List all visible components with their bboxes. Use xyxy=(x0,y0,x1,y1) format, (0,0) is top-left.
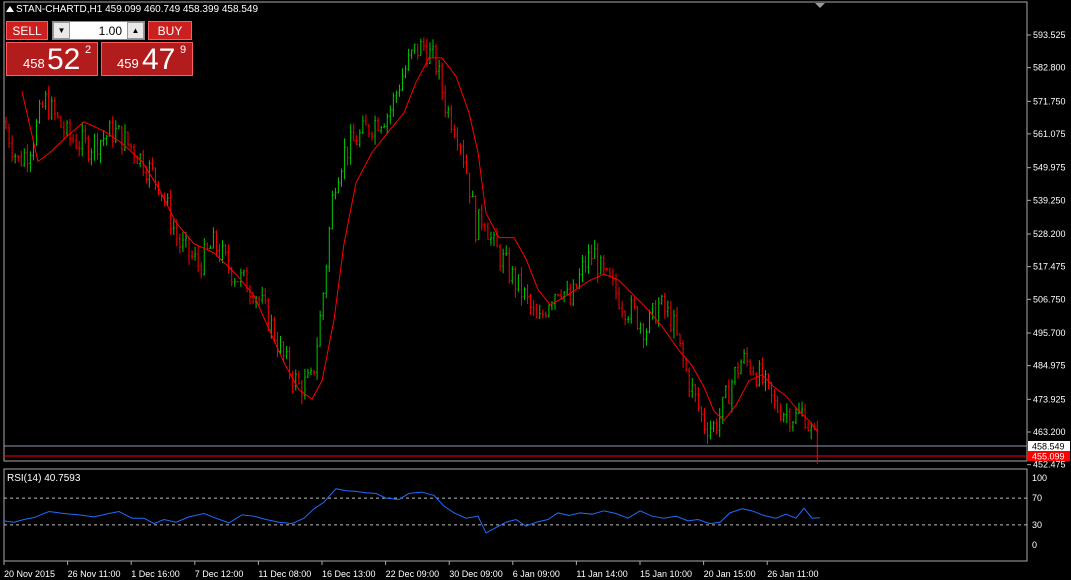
price-tick-label: 539.250 xyxy=(1033,195,1066,205)
price-tick-label: 506.750 xyxy=(1033,294,1066,304)
sell-price-quote[interactable]: 458 52 2 xyxy=(6,42,98,76)
rsi-panel xyxy=(3,468,1028,562)
price-tick-label: 561.075 xyxy=(1033,129,1066,139)
price-series xyxy=(5,37,819,464)
lot-increase-icon[interactable]: ▲ xyxy=(127,22,144,39)
rsi-tick-label: 70 xyxy=(1032,493,1042,503)
price-tick-label: 582.800 xyxy=(1033,63,1066,73)
buy-button[interactable]: BUY xyxy=(148,21,192,40)
buy-price-fraction: 9 xyxy=(180,44,187,56)
time-tick-label: 15 Jan 10:00 xyxy=(640,569,692,579)
lot-size-input[interactable]: 1.00 xyxy=(99,24,122,38)
time-tick-label: 20 Jan 15:00 xyxy=(704,569,756,579)
time-tick-label: 22 Dec 09:00 xyxy=(386,569,440,579)
chart-title-triangle-icon[interactable] xyxy=(6,6,14,12)
chart-canvas[interactable]: 593.525 582.800 571.750 561.075 549.975 539.2… xyxy=(0,0,1071,580)
time-tick-label: 6 Jan 09:00 xyxy=(513,569,560,579)
moving-average-line xyxy=(21,57,819,433)
price-tick-label: 593.525 xyxy=(1033,30,1066,40)
buy-price-prefix: 459 xyxy=(117,56,139,71)
rsi-axis: 100 70 30 0 xyxy=(1032,473,1047,550)
rsi-indicator-label: RSI(14) 40.7593 xyxy=(7,473,81,484)
price-tags: 458.549455.099 xyxy=(1028,441,1070,462)
lot-decrease-icon[interactable]: ▼ xyxy=(53,22,70,39)
time-tick-label: 11 Jan 14:00 xyxy=(576,569,627,579)
rsi-tick-label: 0 xyxy=(1032,540,1037,550)
price-tick-label: 571.750 xyxy=(1033,96,1066,106)
time-tick-label: 30 Dec 09:00 xyxy=(449,569,503,579)
price-tick-label: 463.200 xyxy=(1033,427,1066,437)
sell-price-fraction: 2 xyxy=(85,44,92,56)
price-tick-label: 484.975 xyxy=(1033,361,1066,371)
chart-title: STAN-CHARTD,H1 459.099 460.749 458.399 4… xyxy=(16,4,259,15)
sell-button[interactable]: SELL xyxy=(6,21,48,40)
rsi-tick-label: 30 xyxy=(1032,520,1042,530)
time-tick-label: 11 Dec 08:00 xyxy=(258,569,311,579)
chart-shift-marker-icon[interactable] xyxy=(815,3,825,8)
sell-price-pips: 52 xyxy=(47,43,81,76)
bid-price-tag: 458.549 xyxy=(1032,442,1065,452)
buy-price-quote[interactable]: 459 47 9 xyxy=(101,42,193,76)
price-tick-label: 517.475 xyxy=(1033,262,1066,272)
time-tick-label: 20 Nov 2015 xyxy=(4,569,55,579)
rsi-tick-label: 100 xyxy=(1032,473,1047,483)
rsi-panel-border xyxy=(3,468,1028,562)
price-tick-label: 473.925 xyxy=(1033,394,1066,404)
time-tick-label: 1 Dec 16:00 xyxy=(131,569,180,579)
rsi-line xyxy=(3,488,821,534)
time-tick-label: 7 Dec 12:00 xyxy=(195,569,244,579)
sell-price-prefix: 458 xyxy=(23,56,45,71)
time-tick-label: 26 Nov 11:00 xyxy=(68,569,121,579)
time-tick-label: 16 Dec 13:00 xyxy=(322,569,376,579)
price-axis: 593.525 582.800 571.750 561.075 549.975 539.2… xyxy=(1027,30,1066,470)
buy-price-pips: 47 xyxy=(142,43,176,76)
time-tick-label: 26 Jan 11:00 xyxy=(767,569,818,579)
time-axis: 20 Nov 2015 26 Nov 11:00 1 Dec 16:00 7 Dec … xyxy=(3,561,819,579)
price-tick-label: 549.975 xyxy=(1033,163,1066,173)
price-tick-label: 528.200 xyxy=(1033,229,1066,239)
ask-price-tag: 455.099 xyxy=(1032,452,1065,462)
price-tick-label: 495.700 xyxy=(1033,328,1066,338)
lot-size-stepper[interactable]: ▼ 1.00 ▲ xyxy=(52,21,145,40)
